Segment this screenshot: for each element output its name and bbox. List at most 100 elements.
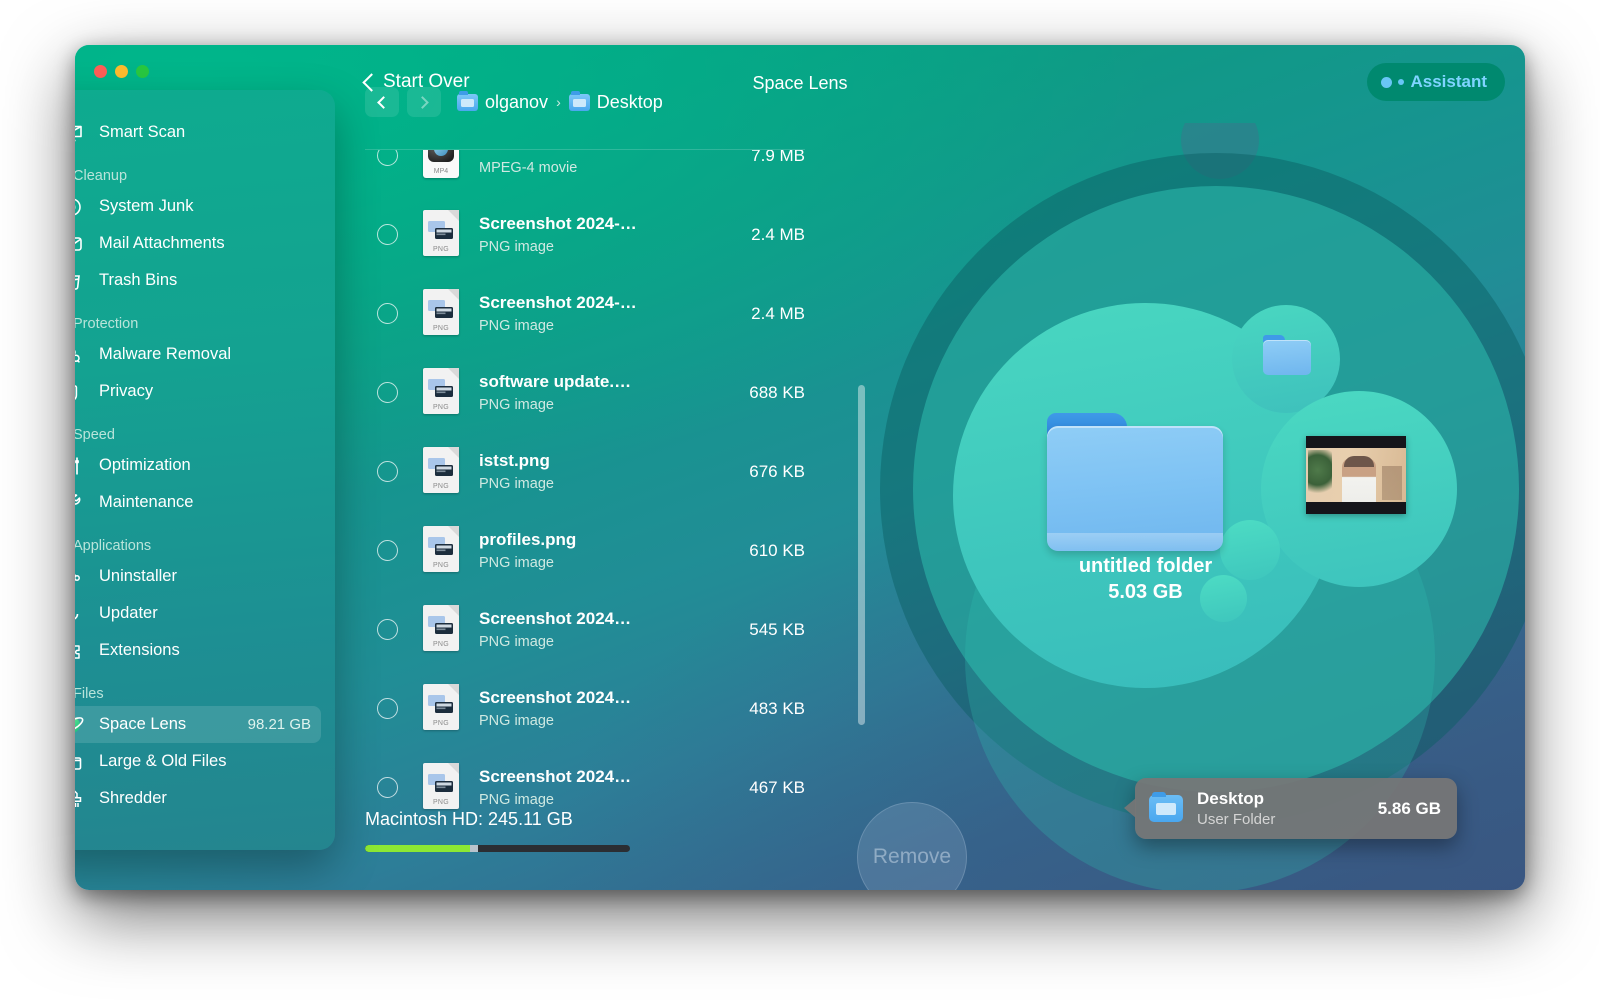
file-row[interactable]: MP4 CleanShot 2024-0… MPEG-4 movie 7.9 MB	[365, 150, 805, 195]
assistant-button[interactable]: Assistant	[1367, 63, 1505, 101]
file-meta: Screenshot 2024… PNG image	[479, 609, 721, 650]
folder-icon-small	[1263, 335, 1311, 375]
wrench-icon	[75, 490, 85, 516]
sidebar-item-maintenance[interactable]: Maintenance	[75, 484, 321, 521]
assistant-dot-small-icon	[1398, 79, 1405, 85]
file-meta: Screenshot 2024-… PNG image	[479, 214, 721, 255]
shredder-icon	[75, 786, 85, 812]
sidebar-item-shredder[interactable]: Shredder	[75, 780, 321, 817]
tooltip-subtitle: User Folder	[1197, 811, 1276, 828]
file-checkbox[interactable]	[377, 619, 398, 640]
file-checkbox[interactable]	[377, 777, 398, 798]
file-meta: software update.… PNG image	[479, 372, 721, 413]
file-size: 483 KB	[749, 698, 805, 718]
file-name: software update.…	[479, 372, 632, 391]
nav-back-button[interactable]	[365, 87, 399, 117]
assistant-dot-large-icon	[1381, 76, 1393, 88]
folder-icon-large	[1047, 413, 1223, 551]
file-size: 688 KB	[749, 382, 805, 402]
file-meta: profiles.png PNG image	[479, 530, 721, 571]
bubble-dot-large[interactable]	[1220, 520, 1280, 580]
file-list-scrollbar[interactable]	[858, 385, 865, 725]
breadcrumb-item-user[interactable]: olganov	[457, 91, 548, 113]
file-row[interactable]: PNG Screenshot 2024… PNG image 483 KB	[365, 669, 805, 748]
tooltip-title: Desktop	[1197, 789, 1265, 808]
hand-icon	[75, 379, 85, 405]
disk-usage-marker	[470, 845, 478, 852]
file-checkbox[interactable]	[377, 540, 398, 561]
file-name: Screenshot 2024-…	[479, 293, 637, 312]
breadcrumb-item-desktop[interactable]: Desktop	[568, 91, 663, 113]
file-row[interactable]: PNG software update.… PNG image 688 KB	[365, 353, 805, 432]
file-checkbox[interactable]	[377, 461, 398, 482]
file-badge-label: PNG	[432, 640, 450, 648]
file-badge-label: PNG	[432, 403, 450, 411]
file-row[interactable]: PNG Screenshot 2024-… PNG image 2.4 MB	[365, 274, 805, 353]
close-button[interactable]	[94, 65, 107, 78]
file-checkbox[interactable]	[377, 382, 398, 403]
trash-icon	[75, 268, 85, 294]
file-row[interactable]: PNG Screenshot 2024-… PNG image 2.4 MB	[365, 195, 805, 274]
file-meta: Screenshot 2024-… PNG image	[479, 293, 721, 334]
file-meta: istst.png PNG image	[479, 451, 721, 492]
file-size: 2.4 MB	[751, 303, 805, 323]
sliders-icon	[75, 453, 85, 479]
file-badge-label: PNG	[432, 719, 450, 727]
breadcrumb[interactable]: olganov › Desktop	[365, 87, 663, 117]
file-badge-label: MP4	[433, 167, 449, 175]
file-name: Screenshot 2024…	[479, 688, 632, 707]
sidebar-item-smart-scan[interactable]: Smart Scan	[75, 114, 321, 151]
sidebar-item-space-lens[interactable]: Space Lens 98.21 GB	[75, 706, 321, 743]
file-type: PNG image	[479, 555, 554, 571]
file-row[interactable]: PNG Screenshot 2024… PNG image 545 KB	[365, 590, 805, 669]
sidebar-item-optimization[interactable]: Optimization	[75, 447, 321, 484]
disk-usage-bar	[365, 845, 630, 852]
file-name: istst.png	[479, 451, 550, 470]
nav-forward-button[interactable]	[407, 87, 441, 117]
disk-usage-fill	[365, 845, 470, 852]
sidebar-item-privacy[interactable]: Privacy	[75, 373, 321, 410]
tooltip-size: 5.86 GB	[1377, 798, 1441, 818]
sidebar-item-label: Trash Bins	[99, 271, 178, 289]
file-checkbox[interactable]	[377, 224, 398, 245]
sidebar-item-updater[interactable]: Updater	[75, 595, 321, 632]
file-checkbox[interactable]	[377, 698, 398, 719]
file-meta: Screenshot 2024… PNG image	[479, 767, 721, 808]
sidebar-section-protection: Protection	[75, 316, 139, 332]
file-meta: CleanShot 2024-0… MPEG-4 movie	[479, 150, 721, 176]
sidebar-item-label: Extensions	[99, 641, 180, 659]
bubble-dot-small[interactable]	[1200, 575, 1247, 622]
sidebar-item-extensions[interactable]: Extensions	[75, 632, 321, 669]
zoom-button[interactable]	[136, 65, 149, 78]
file-badge-label: PNG	[432, 798, 450, 806]
file-row[interactable]: PNG profiles.png PNG image 610 KB	[365, 511, 805, 590]
sidebar[interactable]: Smart Scan Cleanup System Junk Mail Attachm…	[75, 90, 335, 850]
sidebar-section-cleanup: Cleanup	[75, 168, 128, 184]
sidebar-item-large-old-files[interactable]: Large & Old Files	[75, 743, 321, 780]
sidebar-item-label: Malware Removal	[99, 345, 232, 363]
file-checkbox[interactable]	[377, 303, 398, 324]
file-list-panel: MP4 CleanShot 2024-0… MPEG-4 movie 7.9 MB PN…	[365, 150, 805, 840]
sidebar-item-label: Uninstaller	[99, 567, 177, 585]
file-checkbox[interactable]	[377, 150, 398, 166]
sidebar-item-label: System Junk	[99, 197, 194, 215]
file-list[interactable]: MP4 CleanShot 2024-0… MPEG-4 movie 7.9 MB PN…	[365, 150, 805, 840]
minimize-button[interactable]	[115, 65, 128, 78]
window-controls[interactable]	[94, 65, 149, 78]
png-file-icon: PNG	[420, 288, 462, 339]
sidebar-item-malware-removal[interactable]: Malware Removal	[75, 336, 321, 373]
sidebar-item-mail-attachments[interactable]: Mail Attachments	[75, 225, 321, 262]
file-size: 7.9 MB	[751, 150, 805, 165]
space-lens-visualization[interactable]: untitled folder 5.03 GB	[805, 123, 1525, 890]
file-row[interactable]: PNG istst.png PNG image 676 KB	[365, 432, 805, 511]
assistant-label: Assistant	[1410, 72, 1487, 91]
png-file-icon: PNG	[420, 762, 462, 813]
file-type: PNG image	[479, 792, 554, 808]
refresh-arrow-icon	[75, 601, 85, 627]
sidebar-item-trash-bins[interactable]: Trash Bins	[75, 262, 321, 299]
biohazard-icon	[75, 342, 85, 368]
sidebar-item-system-junk[interactable]: System Junk	[75, 188, 321, 225]
list-top-divider	[365, 149, 805, 150]
sidebar-item-size: 98.21 GB	[247, 716, 311, 733]
sidebar-item-uninstaller[interactable]: Uninstaller	[75, 558, 321, 595]
